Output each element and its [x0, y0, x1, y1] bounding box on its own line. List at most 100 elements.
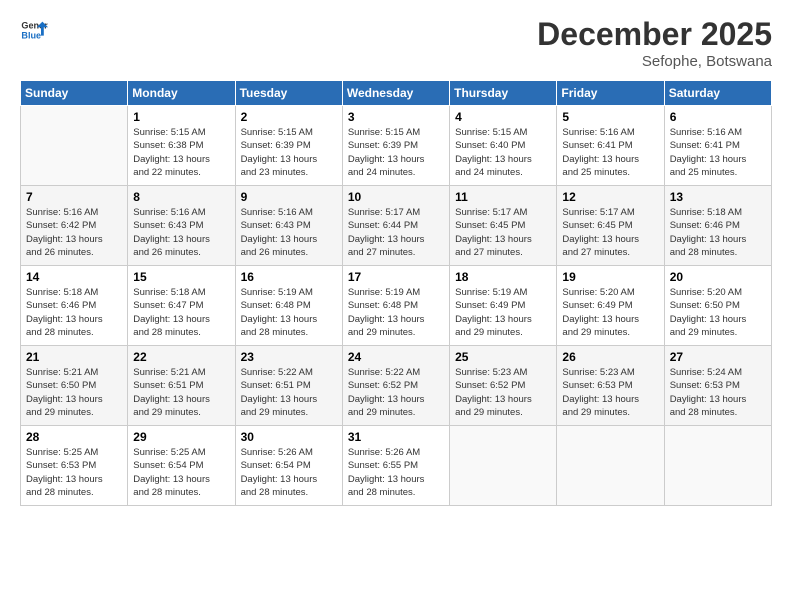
day-cell: 12Sunrise: 5:17 AM Sunset: 6:45 PM Dayli…: [557, 186, 664, 266]
day-info: Sunrise: 5:26 AM Sunset: 6:55 PM Dayligh…: [348, 446, 444, 499]
day-info: Sunrise: 5:18 AM Sunset: 6:47 PM Dayligh…: [133, 286, 229, 339]
day-number: 2: [241, 110, 337, 124]
day-cell: 8Sunrise: 5:16 AM Sunset: 6:43 PM Daylig…: [128, 186, 235, 266]
day-info: Sunrise: 5:22 AM Sunset: 6:51 PM Dayligh…: [241, 366, 337, 419]
logo-icon: General Blue: [20, 16, 48, 44]
day-cell: 23 Sunrise: 5:22 AM Sunset: 6:51 PM Dayli…: [235, 346, 342, 426]
day-cell: 19Sunrise: 5:20 AM Sunset: 6:49 PM Dayli…: [557, 266, 664, 346]
day-info: Sunrise: 5:23 AM Sunset: 6:53 PM Dayligh…: [562, 366, 658, 419]
day-number: 11: [455, 190, 551, 204]
day-cell: 2 Sunrise: 5:15 AM Sunset: 6:39 PM Daylig…: [235, 106, 342, 186]
week-row-3: 21 Sunrise: 5:21 AM Sunset: 6:50 PM Dayli…: [21, 346, 772, 426]
page: General Blue December 2025 Sefophe, Bots…: [0, 0, 792, 612]
day-info: Sunrise: 5:19 AM Sunset: 6:49 PM Dayligh…: [455, 286, 551, 339]
day-number: 3: [348, 110, 444, 124]
day-cell: [21, 106, 128, 186]
day-cell: 7 Sunrise: 5:16 AM Sunset: 6:42 PM Daylig…: [21, 186, 128, 266]
col-sunday: Sunday: [21, 81, 128, 106]
day-cell: 18 Sunrise: 5:19 AM Sunset: 6:49 PM Dayli…: [450, 266, 557, 346]
day-info: Sunrise: 5:26 AM Sunset: 6:54 PM Dayligh…: [241, 446, 337, 499]
day-info: Sunrise: 5:18 AM Sunset: 6:46 PM Dayligh…: [670, 206, 766, 259]
day-cell: 6 Sunrise: 5:16 AM Sunset: 6:41 PM Daylig…: [664, 106, 771, 186]
day-cell: 11 Sunrise: 5:17 AM Sunset: 6:45 PM Dayli…: [450, 186, 557, 266]
day-info: Sunrise: 5:21 AM Sunset: 6:51 PM Dayligh…: [133, 366, 229, 419]
day-cell: 5Sunrise: 5:16 AM Sunset: 6:41 PM Daylig…: [557, 106, 664, 186]
day-number: 21: [26, 350, 122, 364]
week-row-2: 14Sunrise: 5:18 AM Sunset: 6:46 PM Dayli…: [21, 266, 772, 346]
day-number: 10: [348, 190, 444, 204]
day-number: 25: [455, 350, 551, 364]
day-number: 7: [26, 190, 122, 204]
col-friday: Friday: [557, 81, 664, 106]
day-cell: 20Sunrise: 5:20 AM Sunset: 6:50 PM Dayli…: [664, 266, 771, 346]
day-info: Sunrise: 5:19 AM Sunset: 6:48 PM Dayligh…: [241, 286, 337, 339]
day-cell: 25 Sunrise: 5:23 AM Sunset: 6:52 PM Dayli…: [450, 346, 557, 426]
day-info: Sunrise: 5:15 AM Sunset: 6:39 PM Dayligh…: [241, 126, 337, 179]
day-info: Sunrise: 5:21 AM Sunset: 6:50 PM Dayligh…: [26, 366, 122, 419]
day-number: 6: [670, 110, 766, 124]
day-number: 5: [562, 110, 658, 124]
day-number: 13: [670, 190, 766, 204]
day-info: Sunrise: 5:20 AM Sunset: 6:49 PM Dayligh…: [562, 286, 658, 339]
header: General Blue December 2025 Sefophe, Bots…: [20, 16, 772, 70]
day-cell: 10 Sunrise: 5:17 AM Sunset: 6:44 PM Dayli…: [342, 186, 449, 266]
day-info: Sunrise: 5:18 AM Sunset: 6:46 PM Dayligh…: [26, 286, 122, 339]
day-cell: 24 Sunrise: 5:22 AM Sunset: 6:52 PM Dayli…: [342, 346, 449, 426]
day-number: 1: [133, 110, 229, 124]
day-number: 29: [133, 430, 229, 444]
day-cell: [450, 426, 557, 506]
day-number: 24: [348, 350, 444, 364]
day-info: Sunrise: 5:17 AM Sunset: 6:44 PM Dayligh…: [348, 206, 444, 259]
subtitle: Sefophe, Botswana: [537, 53, 772, 70]
day-info: Sunrise: 5:15 AM Sunset: 6:39 PM Dayligh…: [348, 126, 444, 179]
day-info: Sunrise: 5:24 AM Sunset: 6:53 PM Dayligh…: [670, 366, 766, 419]
week-row-0: 1 Sunrise: 5:15 AM Sunset: 6:38 PM Daylig…: [21, 106, 772, 186]
day-cell: 30 Sunrise: 5:26 AM Sunset: 6:54 PM Dayli…: [235, 426, 342, 506]
day-info: Sunrise: 5:22 AM Sunset: 6:52 PM Dayligh…: [348, 366, 444, 419]
day-info: Sunrise: 5:25 AM Sunset: 6:53 PM Dayligh…: [26, 446, 122, 499]
day-number: 16: [241, 270, 337, 284]
day-info: Sunrise: 5:25 AM Sunset: 6:54 PM Dayligh…: [133, 446, 229, 499]
day-number: 30: [241, 430, 337, 444]
day-number: 8: [133, 190, 229, 204]
week-row-1: 7 Sunrise: 5:16 AM Sunset: 6:42 PM Daylig…: [21, 186, 772, 266]
day-cell: 14Sunrise: 5:18 AM Sunset: 6:46 PM Dayli…: [21, 266, 128, 346]
day-cell: 13 Sunrise: 5:18 AM Sunset: 6:46 PM Dayli…: [664, 186, 771, 266]
day-number: 12: [562, 190, 658, 204]
day-number: 23: [241, 350, 337, 364]
day-cell: 16 Sunrise: 5:19 AM Sunset: 6:48 PM Dayli…: [235, 266, 342, 346]
day-info: Sunrise: 5:16 AM Sunset: 6:41 PM Dayligh…: [670, 126, 766, 179]
day-number: 26: [562, 350, 658, 364]
day-number: 31: [348, 430, 444, 444]
day-cell: 22Sunrise: 5:21 AM Sunset: 6:51 PM Dayli…: [128, 346, 235, 426]
header-row: Sunday Monday Tuesday Wednesday Thursday…: [21, 81, 772, 106]
day-cell: 31 Sunrise: 5:26 AM Sunset: 6:55 PM Dayli…: [342, 426, 449, 506]
day-info: Sunrise: 5:23 AM Sunset: 6:52 PM Dayligh…: [455, 366, 551, 419]
day-info: Sunrise: 5:16 AM Sunset: 6:42 PM Dayligh…: [26, 206, 122, 259]
title-block: December 2025 Sefophe, Botswana: [537, 16, 772, 70]
col-wednesday: Wednesday: [342, 81, 449, 106]
day-number: 28: [26, 430, 122, 444]
day-cell: 27 Sunrise: 5:24 AM Sunset: 6:53 PM Dayli…: [664, 346, 771, 426]
col-thursday: Thursday: [450, 81, 557, 106]
day-number: 4: [455, 110, 551, 124]
col-monday: Monday: [128, 81, 235, 106]
day-cell: 29 Sunrise: 5:25 AM Sunset: 6:54 PM Dayli…: [128, 426, 235, 506]
calendar: Sunday Monday Tuesday Wednesday Thursday…: [20, 80, 772, 506]
svg-text:Blue: Blue: [21, 30, 41, 40]
day-cell: 26 Sunrise: 5:23 AM Sunset: 6:53 PM Dayli…: [557, 346, 664, 426]
day-info: Sunrise: 5:20 AM Sunset: 6:50 PM Dayligh…: [670, 286, 766, 339]
day-info: Sunrise: 5:15 AM Sunset: 6:40 PM Dayligh…: [455, 126, 551, 179]
col-saturday: Saturday: [664, 81, 771, 106]
day-cell: 15Sunrise: 5:18 AM Sunset: 6:47 PM Dayli…: [128, 266, 235, 346]
day-cell: 1 Sunrise: 5:15 AM Sunset: 6:38 PM Daylig…: [128, 106, 235, 186]
day-info: Sunrise: 5:15 AM Sunset: 6:38 PM Dayligh…: [133, 126, 229, 179]
day-info: Sunrise: 5:16 AM Sunset: 6:43 PM Dayligh…: [241, 206, 337, 259]
day-number: 18: [455, 270, 551, 284]
day-info: Sunrise: 5:17 AM Sunset: 6:45 PM Dayligh…: [455, 206, 551, 259]
logo: General Blue: [20, 16, 48, 44]
day-cell: 3 Sunrise: 5:15 AM Sunset: 6:39 PM Daylig…: [342, 106, 449, 186]
day-number: 27: [670, 350, 766, 364]
day-cell: [664, 426, 771, 506]
day-cell: [557, 426, 664, 506]
